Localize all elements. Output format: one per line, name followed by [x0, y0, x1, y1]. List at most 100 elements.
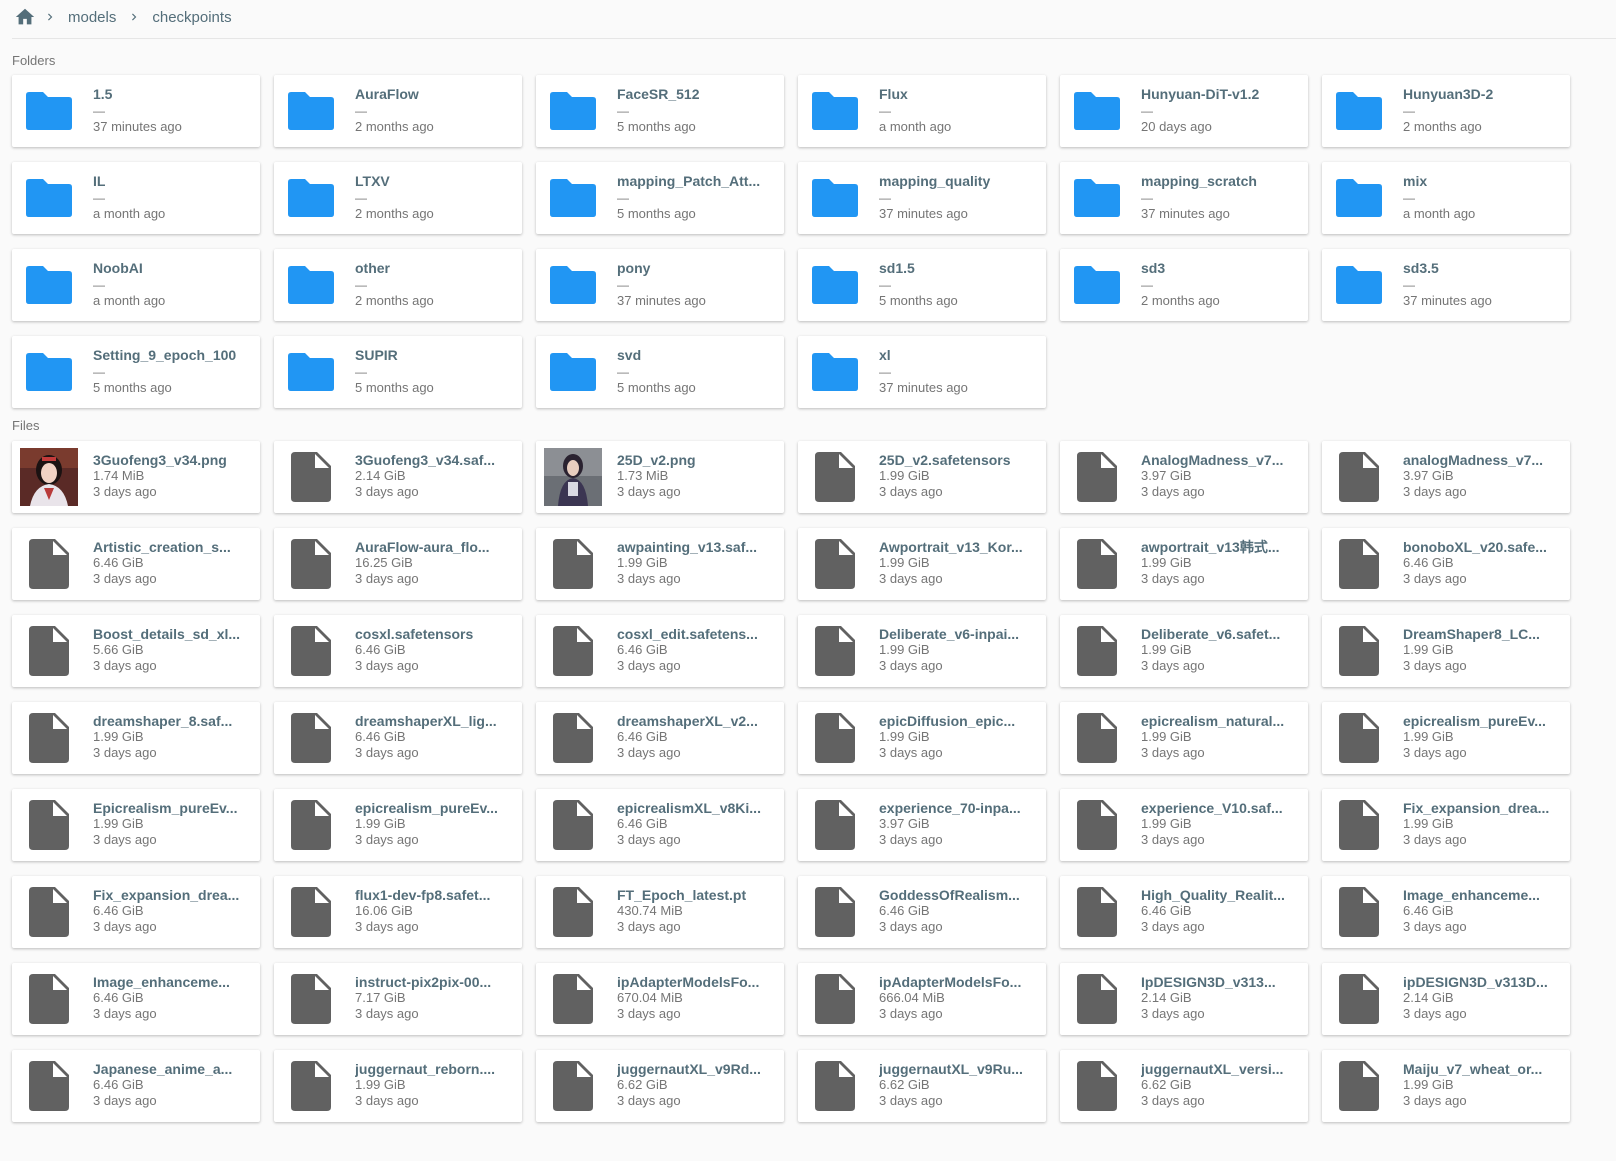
folder-card[interactable]: mapping_Patch_Att... —5 months ago — [536, 162, 784, 234]
item-size: 1.99 GiB — [355, 816, 406, 831]
item-info: juggernautXL_v9Rd... 6.62 GiB 3 days ago — [617, 1060, 776, 1109]
item-name: FaceSR_512 — [617, 86, 700, 102]
folder-icon — [282, 256, 340, 314]
folder-card[interactable]: xl —37 minutes ago — [798, 336, 1046, 408]
file-card[interactable]: Maiju_v7_wheat_or... 1.99 GiB 3 days ago — [1322, 1050, 1570, 1122]
item-modified: a month ago — [1403, 206, 1476, 221]
file-card[interactable]: analogMadness_v7... 3.97 GiB 3 days ago — [1322, 441, 1570, 513]
file-card[interactable]: dreamshaperXL_lig... 6.46 GiB 3 days ago — [274, 702, 522, 774]
folder-card[interactable]: svd —5 months ago — [536, 336, 784, 408]
file-card[interactable]: epicDiffusion_epic... 1.99 GiB 3 days ago — [798, 702, 1046, 774]
folder-card[interactable]: 1.5 —37 minutes ago — [12, 75, 260, 147]
file-card[interactable]: 25D_v2.safetensors 1.99 GiB 3 days ago — [798, 441, 1046, 513]
file-card[interactable]: Awportrait_v13_Kor... 1.99 GiB 3 days ago — [798, 528, 1046, 600]
file-card[interactable]: bonoboXL_v20.safe... 6.46 GiB 3 days ago — [1322, 528, 1570, 600]
folder-card[interactable]: Flux — a month ago — [798, 75, 1046, 147]
file-card[interactable]: epicrealismXL_v8Ki... 6.46 GiB 3 days ago — [536, 789, 784, 861]
file-card[interactable]: AuraFlow-aura_flo... 16.25 GiB 3 days ago — [274, 528, 522, 600]
item-name: IL — [93, 173, 106, 189]
item-name: svd — [617, 347, 642, 363]
file-card[interactable]: 3Guofeng3_v34.png 1.74 MiB 3 days ago — [12, 441, 260, 513]
item-modified: 37 minutes ago — [1403, 293, 1492, 308]
file-card[interactable]: awpainting_v13.saf... 1.99 GiB 3 days ago — [536, 528, 784, 600]
item-modified: 3 days ago — [1403, 919, 1467, 934]
folder-card[interactable]: Hunyuan3D-2 —2 months ago — [1322, 75, 1570, 147]
file-card[interactable]: ipDESIGN3D_v313D... 2.14 GiB 3 days ago — [1322, 963, 1570, 1035]
file-icon — [806, 622, 864, 680]
item-name: 1.5 — [93, 86, 113, 102]
item-info: IpDESIGN3D_v313... 2.14 GiB 3 days ago — [1141, 973, 1300, 1022]
item-size: 6.46 GiB — [879, 903, 930, 918]
file-card[interactable]: epicrealism_natural... 1.99 GiB 3 days ago — [1060, 702, 1308, 774]
folder-card[interactable]: sd1.5 —5 months ago — [798, 249, 1046, 321]
file-card[interactable]: juggernautXL_v9Ru... 6.62 GiB 3 days ago — [798, 1050, 1046, 1122]
folder-card[interactable]: Setting_9_epoch_100 —5 months ago — [12, 336, 260, 408]
file-icon — [20, 709, 78, 767]
file-card[interactable]: Deliberate_v6.safet... 1.99 GiB 3 days ago — [1060, 615, 1308, 687]
file-card[interactable]: 25D_v2.png 1.73 MiB 3 days ago — [536, 441, 784, 513]
file-card[interactable]: experience_70-inpa... 3.97 GiB 3 days ago — [798, 789, 1046, 861]
item-name: Fix_expansion_drea... — [93, 887, 240, 903]
file-card[interactable]: ipAdapterModelsFo... 670.04 MiB 3 days ago — [536, 963, 784, 1035]
file-card[interactable]: GoddessOfRealism... 6.46 GiB 3 days ago — [798, 876, 1046, 948]
file-card[interactable]: Japanese_anime_a... 6.46 GiB 3 days ago — [12, 1050, 260, 1122]
item-modified: 3 days ago — [1403, 484, 1467, 499]
item-modified: 3 days ago — [355, 484, 419, 499]
item-size: 1.99 GiB — [1403, 816, 1454, 831]
folder-card[interactable]: AuraFlow —2 months ago — [274, 75, 522, 147]
folder-card[interactable]: IL — a month ago — [12, 162, 260, 234]
folder-card[interactable]: mapping_scratch —37 minutes ago — [1060, 162, 1308, 234]
file-card[interactable]: flux1-dev-fp8.safet... 16.06 GiB 3 days ag… — [274, 876, 522, 948]
file-card[interactable]: dreamshaperXL_v2... 6.46 GiB 3 days ago — [536, 702, 784, 774]
file-card[interactable]: juggernautXL_versi... 6.62 GiB 3 days ago — [1060, 1050, 1308, 1122]
file-card[interactable]: awportrait_v13韩式... 1.99 GiB 3 days ago — [1060, 528, 1308, 600]
file-card[interactable]: AnalogMadness_v7... 3.97 GiB 3 days ago — [1060, 441, 1308, 513]
file-card[interactable]: FT_Epoch_latest.pt 430.74 MiB 3 days ago — [536, 876, 784, 948]
folder-card[interactable]: sd3 —2 months ago — [1060, 249, 1308, 321]
item-size: 1.99 GiB — [1403, 729, 1454, 744]
file-card[interactable]: epicrealism_pureEv... 1.99 GiB 3 days ago — [274, 789, 522, 861]
item-size: — — [93, 365, 105, 379]
file-card[interactable]: Fix_expansion_drea... 6.46 GiB 3 days ago — [12, 876, 260, 948]
breadcrumb: models checkpoints — [14, 4, 236, 30]
item-info: epicrealism_pureEv... 1.99 GiB 3 days ago — [1403, 712, 1562, 761]
file-card[interactable]: cosxl.safetensors 6.46 GiB 3 days ago — [274, 615, 522, 687]
file-card[interactable]: juggernautXL_v9Rd... 6.62 GiB 3 days ago — [536, 1050, 784, 1122]
item-modified: 3 days ago — [93, 919, 157, 934]
item-size: — — [93, 104, 105, 118]
breadcrumb-item-models[interactable]: models — [64, 9, 120, 26]
folder-card[interactable]: LTXV —2 months ago — [274, 162, 522, 234]
file-card[interactable]: dreamshaper_8.saf... 1.99 GiB 3 days ago — [12, 702, 260, 774]
file-card[interactable]: juggernaut_reborn.... 1.99 GiB 3 days ago — [274, 1050, 522, 1122]
folder-card[interactable]: mapping_quality —37 minutes ago — [798, 162, 1046, 234]
folder-card[interactable]: NoobAI — a month ago — [12, 249, 260, 321]
folder-card[interactable]: mix — a month ago — [1322, 162, 1570, 234]
breadcrumb-item-checkpoints[interactable]: checkpoints — [148, 9, 235, 26]
file-card[interactable]: experience_V10.saf... 1.99 GiB 3 days ago — [1060, 789, 1308, 861]
file-icon — [282, 970, 340, 1028]
file-card[interactable]: Boost_details_sd_xl... 5.66 GiB 3 days ago — [12, 615, 260, 687]
file-card[interactable]: cosxl_edit.safetens... 6.46 GiB 3 days ago — [536, 615, 784, 687]
folder-card[interactable]: other —2 months ago — [274, 249, 522, 321]
file-card[interactable]: DreamShaper8_LC... 1.99 GiB 3 days ago — [1322, 615, 1570, 687]
folder-card[interactable]: FaceSR_512 —5 months ago — [536, 75, 784, 147]
file-card[interactable]: Epicrealism_pureEv... 1.99 GiB 3 days ago — [12, 789, 260, 861]
item-info: epicrealismXL_v8Ki... 6.46 GiB 3 days ago — [617, 799, 776, 848]
file-card[interactable]: Artistic_creation_s... 6.46 GiB 3 days ago — [12, 528, 260, 600]
file-card[interactable]: Fix_expansion_drea... 1.99 GiB 3 days ago — [1322, 789, 1570, 861]
file-card[interactable]: instruct-pix2pix-00... 7.17 GiB 3 days ago — [274, 963, 522, 1035]
folder-card[interactable]: SUPIR —5 months ago — [274, 336, 522, 408]
file-card[interactable]: 3Guofeng3_v34.saf... 2.14 GiB 3 days ago — [274, 441, 522, 513]
folder-card[interactable]: Hunyuan-DiT-v1.2 —20 days ago — [1060, 75, 1308, 147]
file-card[interactable]: High_Quality_Realit... 6.46 GiB 3 days ago — [1060, 876, 1308, 948]
file-card[interactable]: ipAdapterModelsFo... 666.04 MiB 3 days ago — [798, 963, 1046, 1035]
folder-card[interactable]: sd3.5 —37 minutes ago — [1322, 249, 1570, 321]
file-card[interactable]: Image_enhanceme... 6.46 GiB 3 days ago — [12, 963, 260, 1035]
file-card[interactable]: Deliberate_v6-inpai... 1.99 GiB 3 days ago — [798, 615, 1046, 687]
item-size: — — [879, 365, 891, 379]
file-card[interactable]: Image_enhanceme... 6.46 GiB 3 days ago — [1322, 876, 1570, 948]
file-card[interactable]: IpDESIGN3D_v313... 2.14 GiB 3 days ago — [1060, 963, 1308, 1035]
home-icon[interactable] — [14, 6, 36, 28]
folder-card[interactable]: pony —37 minutes ago — [536, 249, 784, 321]
file-card[interactable]: epicrealism_pureEv... 1.99 GiB 3 days ago — [1322, 702, 1570, 774]
